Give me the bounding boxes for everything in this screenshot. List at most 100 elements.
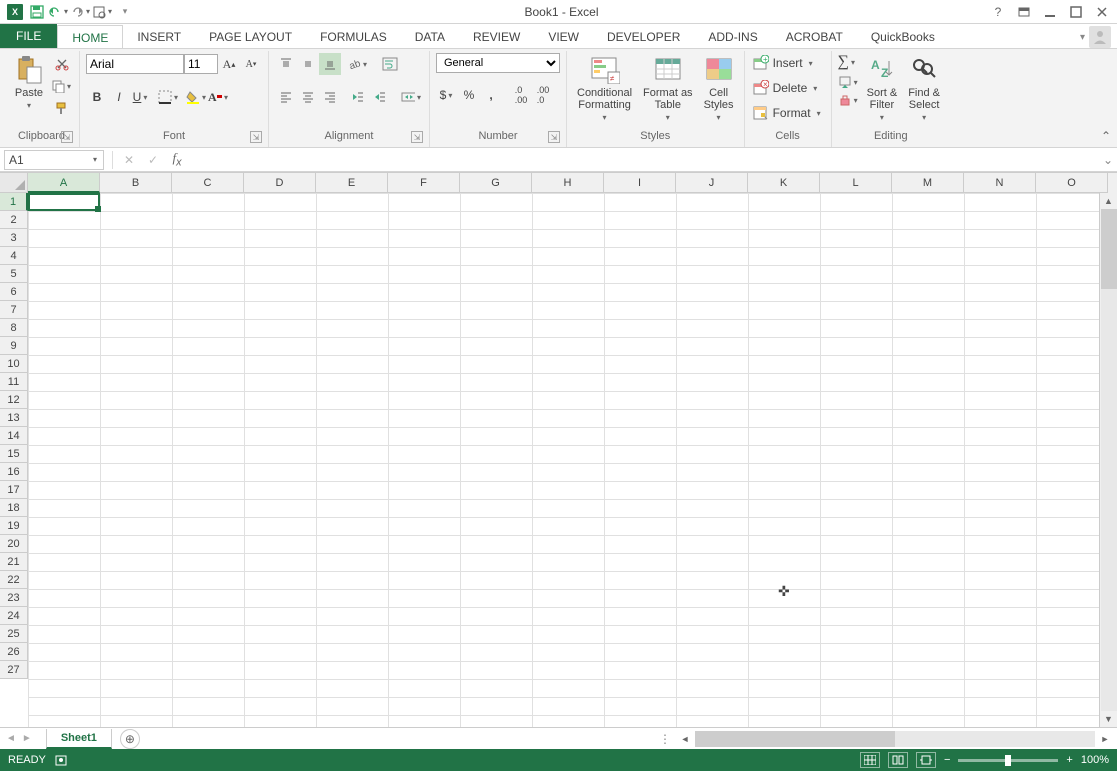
clear-button[interactable]: ▾ bbox=[838, 93, 860, 107]
format-cells-button[interactable]: Format▾ bbox=[751, 103, 825, 123]
row-header[interactable]: 27 bbox=[0, 661, 28, 679]
sheet-tab[interactable]: Sheet1 bbox=[46, 729, 112, 749]
column-header[interactable]: J bbox=[676, 173, 748, 193]
delete-cells-button[interactable]: ×Delete▾ bbox=[751, 78, 822, 98]
row-header[interactable]: 24 bbox=[0, 607, 28, 625]
conditional-formatting-button[interactable]: ≠Conditional Formatting▾ bbox=[573, 53, 636, 124]
column-header[interactable]: M bbox=[892, 173, 964, 193]
font-name-input[interactable] bbox=[86, 54, 184, 74]
cut-button[interactable] bbox=[51, 53, 73, 75]
increase-decimal-button[interactable]: .0.00 bbox=[510, 84, 532, 106]
horizontal-scroll-thumb[interactable] bbox=[695, 731, 895, 747]
row-header[interactable]: 17 bbox=[0, 481, 28, 499]
column-header[interactable]: B bbox=[100, 173, 172, 193]
autosum-button[interactable]: ∑▾ bbox=[838, 53, 860, 71]
row-header[interactable]: 19 bbox=[0, 517, 28, 535]
new-sheet-button[interactable]: ⊕ bbox=[120, 729, 140, 749]
number-launcher[interactable]: ⇲ bbox=[548, 131, 560, 143]
enter-formula-button[interactable]: ✓ bbox=[141, 150, 165, 170]
row-header[interactable]: 15 bbox=[0, 445, 28, 463]
tab-acrobat[interactable]: ACROBAT bbox=[772, 24, 857, 48]
excel-app-icon[interactable]: X bbox=[4, 2, 26, 22]
zoom-level[interactable]: 100% bbox=[1081, 754, 1109, 766]
zoom-slider[interactable] bbox=[958, 759, 1058, 762]
tab-file[interactable]: FILE bbox=[0, 24, 57, 48]
macro-record-icon[interactable] bbox=[54, 753, 68, 767]
formula-input[interactable] bbox=[189, 150, 1099, 170]
user-account-icon[interactable] bbox=[1089, 26, 1111, 48]
customize-qat-button[interactable]: ▾ bbox=[114, 2, 136, 22]
column-header[interactable]: D bbox=[244, 173, 316, 193]
sort-filter-button[interactable]: AZSort & Filter▾ bbox=[863, 53, 902, 124]
align-left-button[interactable] bbox=[275, 86, 297, 108]
font-color-button[interactable]: A▾ bbox=[208, 86, 230, 108]
vertical-scrollbar[interactable]: ▲ ▼ bbox=[1099, 193, 1117, 727]
row-header[interactable]: 25 bbox=[0, 625, 28, 643]
tab-developer[interactable]: DEVELOPER bbox=[593, 24, 694, 48]
align-bottom-button[interactable] bbox=[319, 53, 341, 75]
row-header[interactable]: 21 bbox=[0, 553, 28, 571]
copy-button[interactable]: ▾ bbox=[51, 75, 73, 97]
ribbon-options-button[interactable] bbox=[1013, 2, 1035, 22]
tab-home[interactable]: HOME bbox=[57, 25, 123, 49]
border-button[interactable]: ▾ bbox=[158, 86, 180, 108]
column-header[interactable]: O bbox=[1036, 173, 1108, 193]
bold-button[interactable]: B bbox=[86, 86, 108, 108]
redo-button[interactable]: ▾ bbox=[70, 2, 92, 22]
normal-view-button[interactable] bbox=[860, 752, 880, 768]
column-header[interactable]: K bbox=[748, 173, 820, 193]
row-header[interactable]: 3 bbox=[0, 229, 28, 247]
row-header[interactable]: 20 bbox=[0, 535, 28, 553]
decrease-indent-button[interactable] bbox=[347, 86, 369, 108]
collapse-ribbon-button[interactable]: ⌃ bbox=[1101, 129, 1111, 143]
column-header[interactable]: A bbox=[28, 173, 100, 193]
find-select-button[interactable]: Find & Select▾ bbox=[904, 53, 944, 124]
wrap-text-button[interactable] bbox=[379, 53, 401, 75]
tab-formulas[interactable]: FORMULAS bbox=[306, 24, 401, 48]
row-header[interactable]: 5 bbox=[0, 265, 28, 283]
row-header[interactable]: 4 bbox=[0, 247, 28, 265]
print-preview-button[interactable]: ▾ bbox=[92, 2, 114, 22]
paste-button[interactable]: Paste▾ bbox=[10, 53, 48, 112]
cells-area[interactable] bbox=[28, 193, 1099, 727]
name-box[interactable]: A1▾ bbox=[4, 150, 104, 170]
column-header[interactable]: G bbox=[460, 173, 532, 193]
tab-page-layout[interactable]: PAGE LAYOUT bbox=[195, 24, 306, 48]
tab-insert[interactable]: INSERT bbox=[123, 24, 195, 48]
underline-button[interactable]: U▾ bbox=[130, 86, 152, 108]
font-launcher[interactable]: ⇲ bbox=[250, 131, 262, 143]
column-header[interactable]: I bbox=[604, 173, 676, 193]
row-header[interactable]: 11 bbox=[0, 373, 28, 391]
row-header[interactable]: 16 bbox=[0, 463, 28, 481]
page-break-view-button[interactable] bbox=[916, 752, 936, 768]
increase-indent-button[interactable] bbox=[369, 86, 391, 108]
decrease-font-button[interactable]: A▾ bbox=[240, 53, 262, 75]
percent-format-button[interactable]: % bbox=[458, 84, 480, 106]
help-button[interactable]: ? bbox=[987, 2, 1009, 22]
close-button[interactable] bbox=[1091, 2, 1113, 22]
zoom-in-button[interactable]: + bbox=[1066, 754, 1072, 766]
accounting-format-button[interactable]: $▾ bbox=[436, 84, 458, 106]
tab-review[interactable]: REVIEW bbox=[459, 24, 534, 48]
zoom-out-button[interactable]: − bbox=[944, 754, 950, 766]
row-header[interactable]: 13 bbox=[0, 409, 28, 427]
clipboard-launcher[interactable]: ⇲ bbox=[61, 131, 73, 143]
align-center-button[interactable] bbox=[297, 86, 319, 108]
tab-view[interactable]: VIEW bbox=[534, 24, 593, 48]
tab-add-ins[interactable]: ADD-INS bbox=[694, 24, 771, 48]
insert-function-button[interactable]: fx bbox=[165, 150, 189, 170]
scroll-down-button[interactable]: ▼ bbox=[1101, 711, 1117, 727]
select-all-button[interactable] bbox=[0, 173, 28, 193]
align-top-button[interactable] bbox=[275, 53, 297, 75]
maximize-button[interactable] bbox=[1065, 2, 1087, 22]
row-header[interactable]: 26 bbox=[0, 643, 28, 661]
cell-styles-button[interactable]: Cell Styles▾ bbox=[700, 53, 738, 124]
align-middle-button[interactable] bbox=[297, 53, 319, 75]
row-header[interactable]: 2 bbox=[0, 211, 28, 229]
sheet-prev-button[interactable]: ◄ bbox=[6, 733, 16, 744]
scroll-left-button[interactable]: ◄ bbox=[677, 731, 693, 747]
align-right-button[interactable] bbox=[319, 86, 341, 108]
font-size-input[interactable] bbox=[184, 54, 218, 74]
fill-button[interactable]: ▾ bbox=[838, 75, 860, 89]
tab-data[interactable]: DATA bbox=[401, 24, 459, 48]
